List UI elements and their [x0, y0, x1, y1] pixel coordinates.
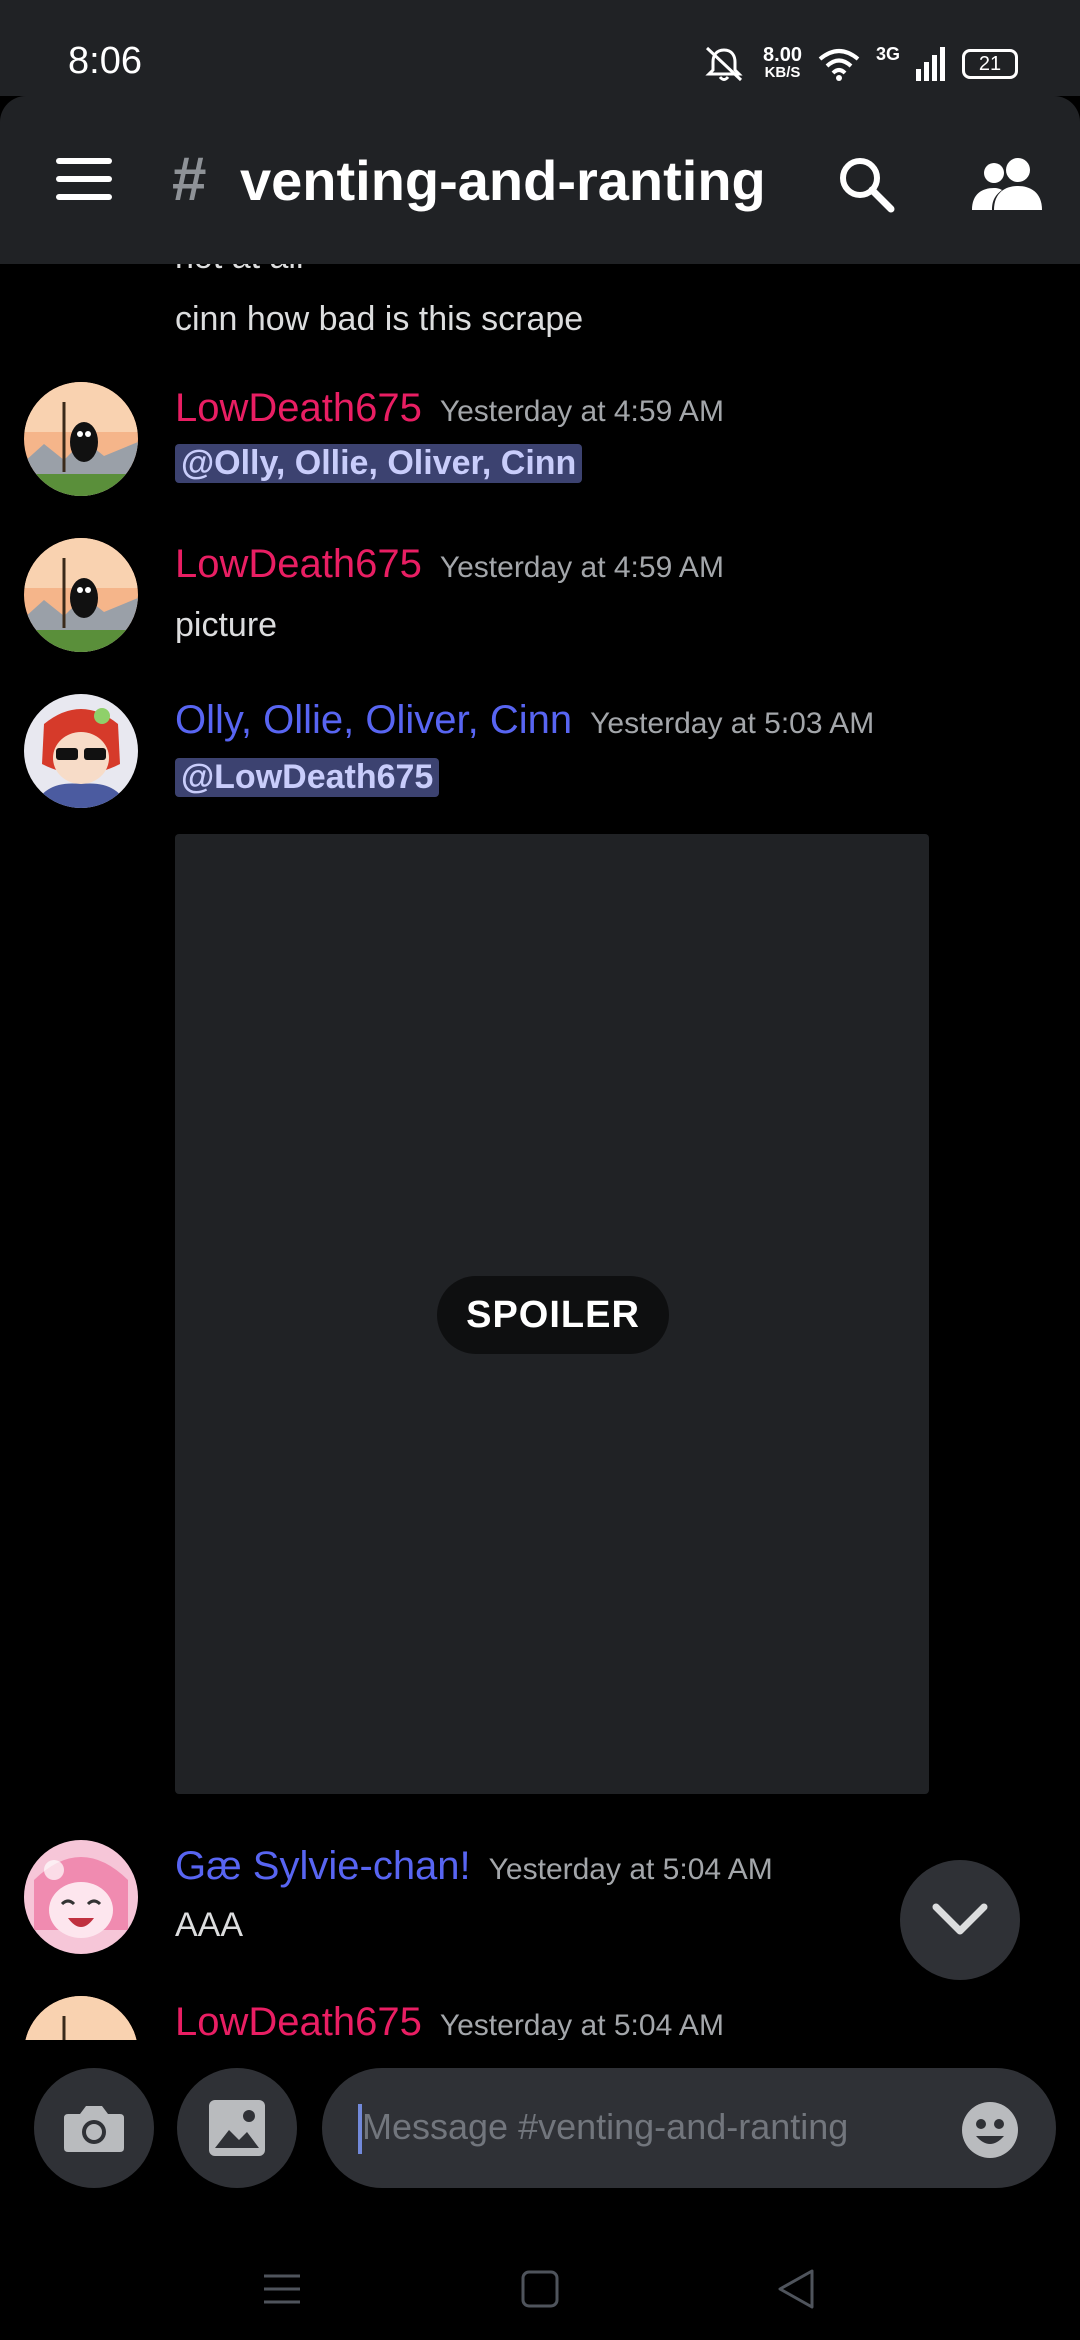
channel-hash-icon: # — [172, 145, 207, 214]
speed-value: 8.00 — [763, 44, 802, 66]
message-author[interactable]: Gæ Sylvie-chan! Yesterday at 5:04 AM — [175, 1844, 773, 1889]
system-nav-bar — [0, 2200, 1080, 2340]
spoiler-label[interactable]: SPOILER — [437, 1276, 669, 1354]
back-icon[interactable] — [776, 2268, 816, 2310]
author-name[interactable]: Gæ Sylvie-chan! — [175, 1844, 471, 1888]
recents-icon[interactable] — [262, 2272, 302, 2306]
message-timestamp: Yesterday at 4:59 AM — [439, 395, 724, 428]
avatar-image — [24, 1996, 138, 2040]
message-input[interactable]: Message #venting-and-ranting — [322, 2068, 1056, 2188]
status-bar: 8:06 8.00 KB/S 3G 21 — [0, 0, 1080, 96]
camera-icon — [64, 2106, 124, 2152]
chevron-down-icon — [932, 1903, 988, 1935]
message-placeholder: Message #venting-and-ranting — [362, 2106, 849, 2147]
avatar[interactable] — [24, 1840, 138, 1954]
battery-indicator: 21 — [962, 49, 1018, 79]
members-icon[interactable] — [972, 156, 1044, 212]
message-composer: Message #venting-and-ranting — [0, 2040, 1080, 2200]
message-author[interactable]: LowDeath675 Yesterday at 4:59 AM — [175, 542, 724, 587]
author-name[interactable]: LowDeath675 — [175, 2000, 422, 2040]
wifi-icon — [818, 49, 860, 81]
battery-level: 21 — [978, 52, 1002, 75]
author-name[interactable]: LowDeath675 — [175, 542, 422, 586]
network-speed: 8.00 KB/S — [763, 44, 802, 82]
message-timestamp: Yesterday at 5:04 AM — [439, 2009, 724, 2040]
speed-unit: KB/S — [764, 64, 801, 81]
avatar-image — [24, 538, 138, 652]
message-text: not at all — [175, 264, 304, 277]
status-time: 8:06 — [68, 40, 142, 82]
jump-to-bottom-button[interactable] — [900, 1860, 1020, 1980]
message-text: cinn how bad is this scrape — [175, 300, 584, 338]
message-author[interactable]: Olly, Ollie, Oliver, Cinn Yesterday at 5:… — [175, 698, 874, 743]
spoiler-image[interactable]: SPOILER — [175, 834, 929, 1794]
emoji-icon[interactable] — [960, 2100, 1020, 2160]
author-name[interactable]: LowDeath675 — [175, 386, 422, 430]
avatar-image — [24, 382, 138, 496]
user-mention[interactable]: @Olly, Ollie, Oliver, Cinn — [175, 444, 583, 483]
home-icon[interactable] — [521, 2270, 559, 2308]
message-author[interactable]: LowDeath675 Yesterday at 5:04 AM — [175, 2000, 724, 2040]
hamburger-menu-icon[interactable] — [56, 158, 112, 202]
mute-bell-icon — [705, 46, 743, 82]
message-list[interactable]: not at all cinn how bad is this scrape L… — [0, 264, 1080, 2040]
channel-header: # venting-and-ranting — [0, 96, 1080, 264]
user-mention[interactable]: @LowDeath675 — [175, 758, 440, 797]
avatar[interactable] — [24, 1996, 138, 2040]
avatar[interactable] — [24, 694, 138, 808]
gallery-button[interactable] — [177, 2068, 297, 2188]
search-icon[interactable] — [836, 154, 896, 214]
avatar[interactable] — [24, 538, 138, 652]
message-author[interactable]: LowDeath675 Yesterday at 4:59 AM — [175, 386, 724, 431]
status-icons: 8.00 KB/S 3G 21 — [701, 44, 1018, 84]
avatar-image — [24, 694, 138, 808]
message-timestamp: Yesterday at 5:04 AM — [488, 1853, 773, 1886]
message-text: picture — [175, 606, 278, 644]
message-text: AAA — [175, 1906, 244, 1944]
author-name[interactable]: Olly, Ollie, Oliver, Cinn — [175, 698, 572, 742]
channel-title[interactable]: venting-and-ranting — [240, 148, 766, 213]
image-icon — [209, 2100, 265, 2156]
camera-button[interactable] — [34, 2068, 154, 2188]
network-type: 3G — [875, 44, 900, 64]
cell-signal-icon — [916, 47, 945, 81]
message-timestamp: Yesterday at 4:59 AM — [439, 551, 724, 584]
avatar[interactable] — [24, 382, 138, 496]
message-timestamp: Yesterday at 5:03 AM — [590, 707, 875, 740]
avatar-image — [24, 1840, 138, 1954]
